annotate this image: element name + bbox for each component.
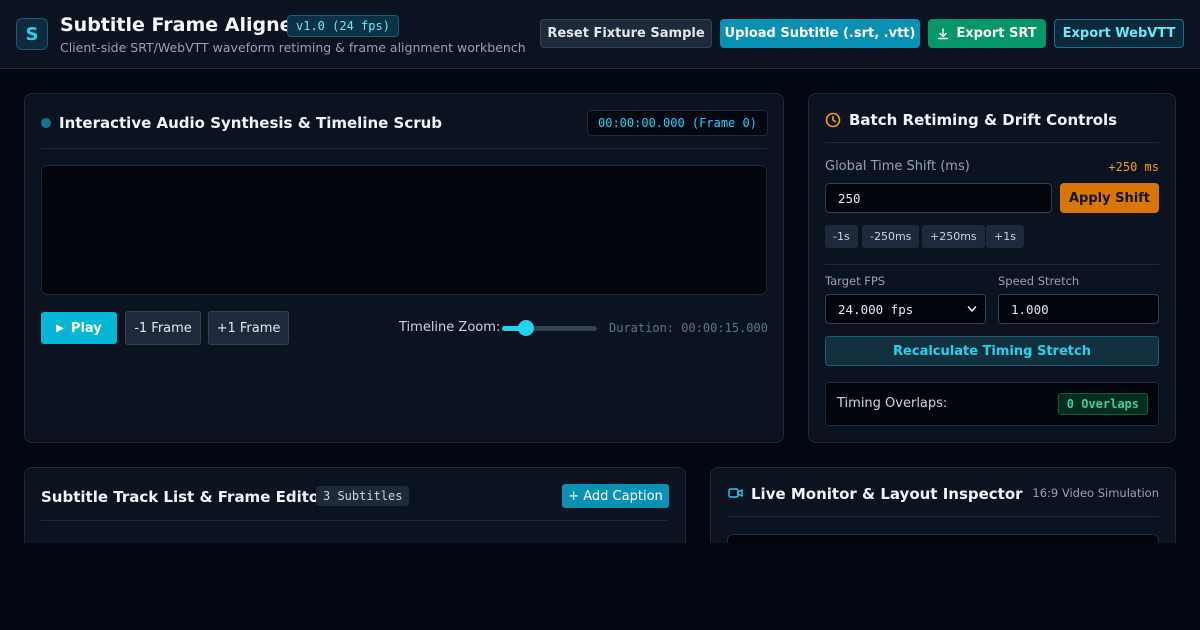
preset-plus-1s-button[interactable]: +1s (986, 225, 1024, 248)
speed-stretch-input[interactable]: 1.000 (998, 294, 1159, 324)
timing-overlaps-label: Timing Overlaps: (837, 396, 948, 411)
overlaps-count-badge: 0 Overlaps (1057, 393, 1148, 415)
video-aspect-label: 16:9 Video Simulation (1032, 486, 1159, 500)
app-title: Subtitle Frame Aligner (60, 14, 302, 36)
target-fps-select[interactable]: 24.000 fps (825, 294, 986, 324)
version-badge: v1.0 (24 fps) (287, 15, 399, 37)
batch-panel-divider (825, 142, 1159, 143)
batch-panel-divider-2 (825, 264, 1159, 265)
track-panel-title: Subtitle Track List & Frame Editor (41, 488, 327, 506)
batch-retiming-panel: Batch Retiming & Drift Controls Global T… (808, 93, 1176, 443)
reset-fixture-label: Reset Fixture Sample (547, 26, 705, 41)
preset-plus-1s-label: +1s (994, 230, 1016, 243)
add-caption-label: + Add Caption (568, 488, 663, 504)
upload-subtitle-button[interactable]: Upload Subtitle (.srt, .vtt) (720, 19, 920, 48)
page-backdrop (0, 543, 1200, 630)
app-logo-icon: S (16, 18, 48, 50)
chevron-down-icon (967, 306, 977, 312)
export-webvtt-label: Export WebVTT (1062, 26, 1176, 41)
play-label: Play (70, 320, 102, 336)
timeline-zoom-slider[interactable] (502, 320, 597, 336)
recalculate-stretch-button[interactable]: Recalculate Timing Stretch (825, 336, 1159, 366)
video-camera-icon (728, 488, 743, 498)
audio-panel-title: Interactive Audio Synthesis & Timeline S… (59, 114, 443, 132)
timecode-display: 00:00:00.000 (Frame 0) (587, 110, 768, 136)
apply-shift-button[interactable]: Apply Shift (1060, 183, 1159, 213)
time-shift-value: +250 ms (1108, 160, 1159, 174)
monitor-panel-title: Live Monitor & Layout Inspector (751, 485, 1023, 503)
export-srt-button[interactable]: Export SRT (928, 19, 1046, 48)
speed-stretch-value: 1.000 (1011, 301, 1049, 317)
next-frame-button[interactable]: +1 Frame (208, 311, 289, 345)
download-icon (938, 27, 949, 39)
prev-frame-button[interactable]: -1 Frame (125, 311, 201, 345)
status-dot-icon (41, 118, 51, 128)
batch-panel-title: Batch Retiming & Drift Controls (849, 111, 1118, 129)
app-header: S Subtitle Frame Aligner v1.0 (24 fps) C… (0, 0, 1200, 69)
reset-fixture-button[interactable]: Reset Fixture Sample (540, 19, 712, 48)
target-fps-value: 24.000 fps (838, 301, 914, 317)
clock-icon (825, 112, 841, 128)
time-shift-label: Global Time Shift (ms) (825, 159, 970, 174)
time-shift-input-value: 250 (838, 190, 861, 206)
export-srt-label: Export SRT (956, 26, 1037, 41)
preset-plus-250ms-label: +250ms (930, 230, 977, 243)
export-webvtt-button[interactable]: Export WebVTT (1054, 19, 1184, 48)
monitor-panel-divider (727, 516, 1159, 517)
subtitle-count-badge: 3 Subtitles (316, 486, 410, 506)
add-caption-button[interactable]: + Add Caption (562, 484, 669, 508)
preset-minus-1s-button[interactable]: -1s (825, 225, 858, 248)
preset-minus-250ms-button[interactable]: -250ms (862, 225, 920, 248)
play-icon: ▶ (56, 322, 64, 334)
app-subtitle: Client-side SRT/WebVTT waveform retiming… (60, 40, 526, 55)
target-fps-label: Target FPS (825, 274, 886, 288)
upload-subtitle-label: Upload Subtitle (.srt, .vtt) (724, 26, 916, 41)
prev-frame-label: -1 Frame (134, 320, 192, 336)
timeline-zoom-label: Timeline Zoom: (399, 320, 501, 335)
timing-overlaps-box: Timing Overlaps: 0 Overlaps (825, 382, 1159, 426)
waveform-canvas[interactable] (41, 165, 767, 295)
audio-panel-divider (41, 148, 767, 149)
preset-minus-250ms-label: -250ms (870, 230, 912, 243)
play-button[interactable]: ▶ Play (41, 312, 117, 344)
preset-plus-250ms-button[interactable]: +250ms (922, 225, 985, 248)
audio-timeline-panel: Interactive Audio Synthesis & Timeline S… (24, 93, 784, 443)
recalculate-stretch-label: Recalculate Timing Stretch (893, 343, 1091, 359)
next-frame-label: +1 Frame (216, 320, 281, 336)
apply-shift-label: Apply Shift (1068, 190, 1151, 206)
time-shift-input[interactable]: 250 (825, 183, 1052, 213)
track-panel-divider (41, 520, 669, 521)
zoom-slider-thumb[interactable] (518, 320, 534, 336)
duration-display: Duration: 00:00:15.000 (609, 321, 768, 335)
speed-stretch-label: Speed Stretch (998, 274, 1080, 288)
preset-minus-1s-label: -1s (833, 230, 850, 243)
